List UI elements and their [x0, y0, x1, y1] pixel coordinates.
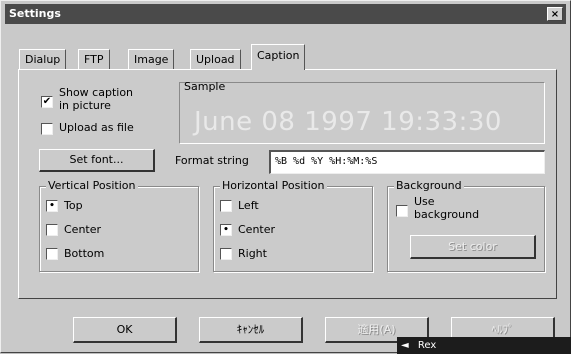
sample-preview: Sample June 08 1997 19:33:30 — [179, 80, 545, 144]
tab-image[interactable]: Image — [128, 49, 175, 69]
radio-horizontal-right[interactable] — [220, 248, 232, 260]
radio-horizontal-left-label: Left — [238, 199, 259, 212]
vertical-position-title: Vertical Position — [46, 179, 138, 192]
upload-as-file-checkbox[interactable] — [41, 123, 53, 135]
cancel-button[interactable]: ｷｬﾝｾﾙ — [199, 317, 303, 343]
use-background-label-line1: Use — [414, 195, 435, 208]
radio-horizontal-center[interactable]: • — [220, 224, 232, 236]
window-title: Settings — [9, 7, 61, 20]
show-caption-label-line2: in picture — [59, 99, 111, 112]
radio-horizontal-right-label: Right — [238, 247, 267, 260]
sample-title: Sample — [184, 80, 226, 93]
set-color-button[interactable]: Set color — [410, 235, 536, 259]
close-button[interactable]: × — [547, 7, 563, 21]
upload-as-file-label: Upload as file — [59, 121, 134, 134]
radio-horizontal-left[interactable] — [220, 200, 232, 212]
set-font-button[interactable]: Set font... — [39, 149, 155, 172]
format-string-input[interactable]: %B %d %Y %H:%M:%S — [269, 150, 545, 174]
radio-vertical-bottom-label: Bottom — [64, 247, 105, 260]
radio-vertical-top-label: Top — [64, 199, 83, 212]
radio-vertical-center[interactable] — [46, 224, 58, 236]
background-title: Background — [394, 179, 464, 192]
radio-vertical-top[interactable]: • — [46, 200, 58, 212]
taskbar-popup[interactable]: ◄ Rex — [397, 337, 571, 354]
tab-upload[interactable]: Upload — [190, 49, 241, 69]
horizontal-position-group: Horizontal Position Left • Center Right — [213, 179, 373, 272]
use-background-label-line2: background — [414, 208, 480, 221]
radio-horizontal-center-label: Center — [238, 223, 276, 236]
arrow-icon: ◄ — [401, 340, 409, 351]
tab-dialup[interactable]: Dialup — [19, 49, 67, 69]
format-string-label: Format string — [175, 154, 249, 167]
tab-caption[interactable]: Caption — [251, 44, 306, 70]
taskbar-popup-label: Rex — [417, 340, 437, 351]
ok-button[interactable]: OK — [73, 317, 177, 343]
radio-vertical-bottom[interactable] — [46, 248, 58, 260]
radio-vertical-center-label: Center — [64, 223, 102, 236]
settings-window: Settings × Dialup FTP Image Upload Capti… — [0, 0, 571, 354]
sample-text: June 08 1997 19:33:30 — [194, 107, 502, 137]
background-group: Background Use background Set color — [387, 179, 545, 272]
caption-panel: ✔ Show caption in picture Upload as file… — [18, 69, 557, 299]
use-background-checkbox[interactable] — [396, 205, 408, 217]
title-bar[interactable]: Settings × — [5, 4, 566, 24]
tab-ftp[interactable]: FTP — [78, 49, 110, 69]
show-caption-checkbox[interactable]: ✔ — [41, 96, 53, 108]
vertical-position-group: Vertical Position • Top Center Bottom — [39, 179, 199, 272]
show-caption-label-line1: Show caption — [59, 86, 134, 99]
horizontal-position-title: Horizontal Position — [220, 179, 327, 192]
